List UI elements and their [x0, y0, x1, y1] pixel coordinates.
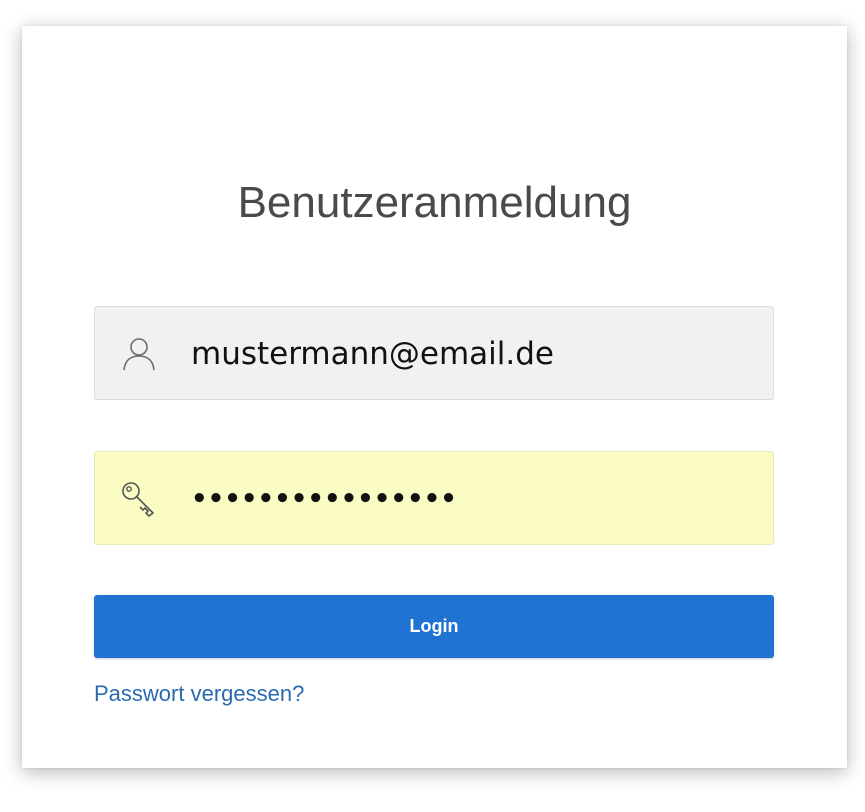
key-icon: [119, 479, 159, 519]
login-button[interactable]: Login: [94, 595, 774, 658]
forgot-password-link[interactable]: Passwort vergessen?: [94, 681, 304, 707]
password-input[interactable]: ••••••••••••••••: [191, 452, 751, 546]
username-input[interactable]: [191, 307, 751, 401]
username-field[interactable]: [94, 306, 774, 401]
user-icon: [119, 334, 159, 374]
login-card: Benutzeranmeldung •••••••••••••••• Login…: [22, 26, 847, 768]
password-field[interactable]: ••••••••••••••••: [94, 451, 774, 545]
page-title: Benutzeranmeldung: [237, 178, 632, 227]
